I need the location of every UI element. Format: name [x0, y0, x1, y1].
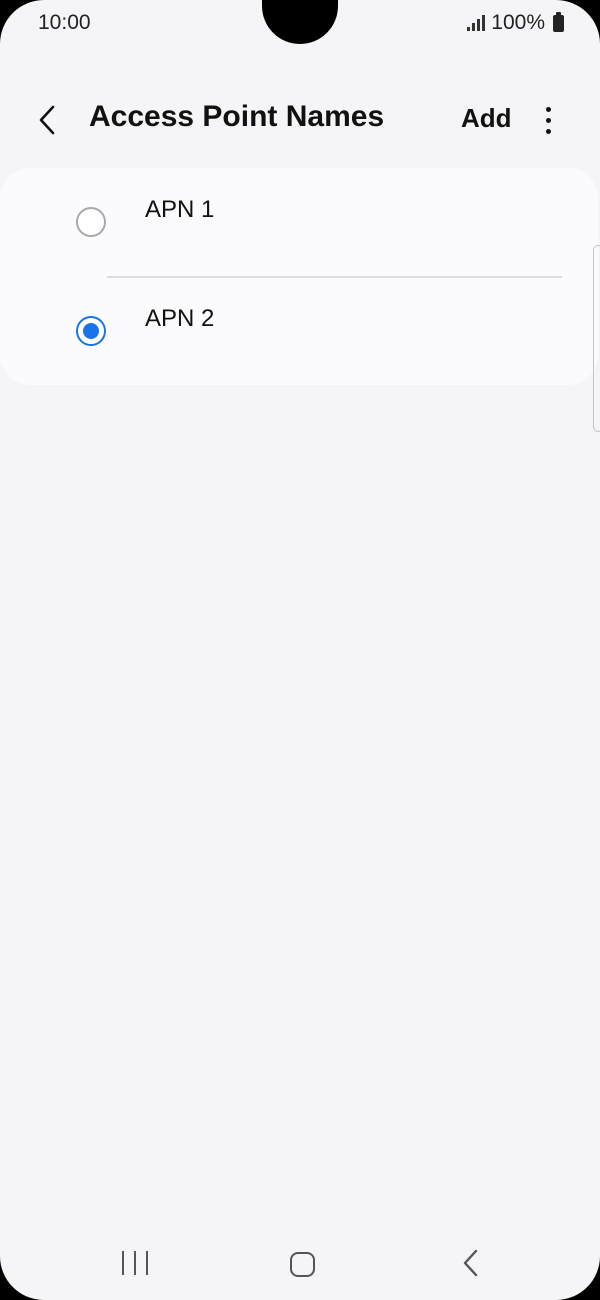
signal-icon — [467, 15, 486, 31]
battery-percent: 100% — [491, 11, 545, 34]
status-right: 100% — [467, 11, 564, 35]
apn-list-item[interactable]: APN 1 — [0, 168, 598, 276]
apn-list: APN 1 APN 2 — [0, 168, 598, 385]
screen: 10:00 100% Access Point Names Add APN 1 — [0, 0, 600, 1300]
more-options-icon — [545, 106, 551, 112]
app-bar: Access Point Names Add — [0, 80, 600, 160]
radio-button-unchecked[interactable] — [76, 207, 106, 237]
more-options-button[interactable] — [528, 96, 568, 144]
back-button[interactable] — [24, 96, 72, 144]
nav-back-button[interactable] — [458, 1248, 484, 1278]
apn-list-item[interactable]: APN 2 — [0, 276, 598, 384]
recent-apps-button[interactable] — [122, 1251, 148, 1275]
navigation-bar — [0, 1230, 600, 1300]
status-time: 10:00 — [38, 11, 91, 34]
apn-name-label: APN 1 — [145, 196, 215, 223]
scrollbar[interactable] — [593, 245, 600, 432]
status-bar: 10:00 100% — [0, 0, 600, 48]
add-button[interactable]: Add — [455, 94, 518, 142]
page-title: Access Point Names — [89, 100, 385, 133]
radio-selected-dot — [83, 323, 99, 339]
battery-icon — [553, 11, 564, 32]
camera-notch — [262, 0, 338, 44]
recent-apps-icon — [122, 1251, 124, 1275]
apn-name-label: APN 2 — [145, 305, 215, 332]
back-arrow-icon — [39, 105, 55, 135]
radio-button-checked[interactable] — [76, 316, 106, 346]
home-button[interactable] — [290, 1252, 315, 1277]
back-icon — [463, 1249, 478, 1277]
